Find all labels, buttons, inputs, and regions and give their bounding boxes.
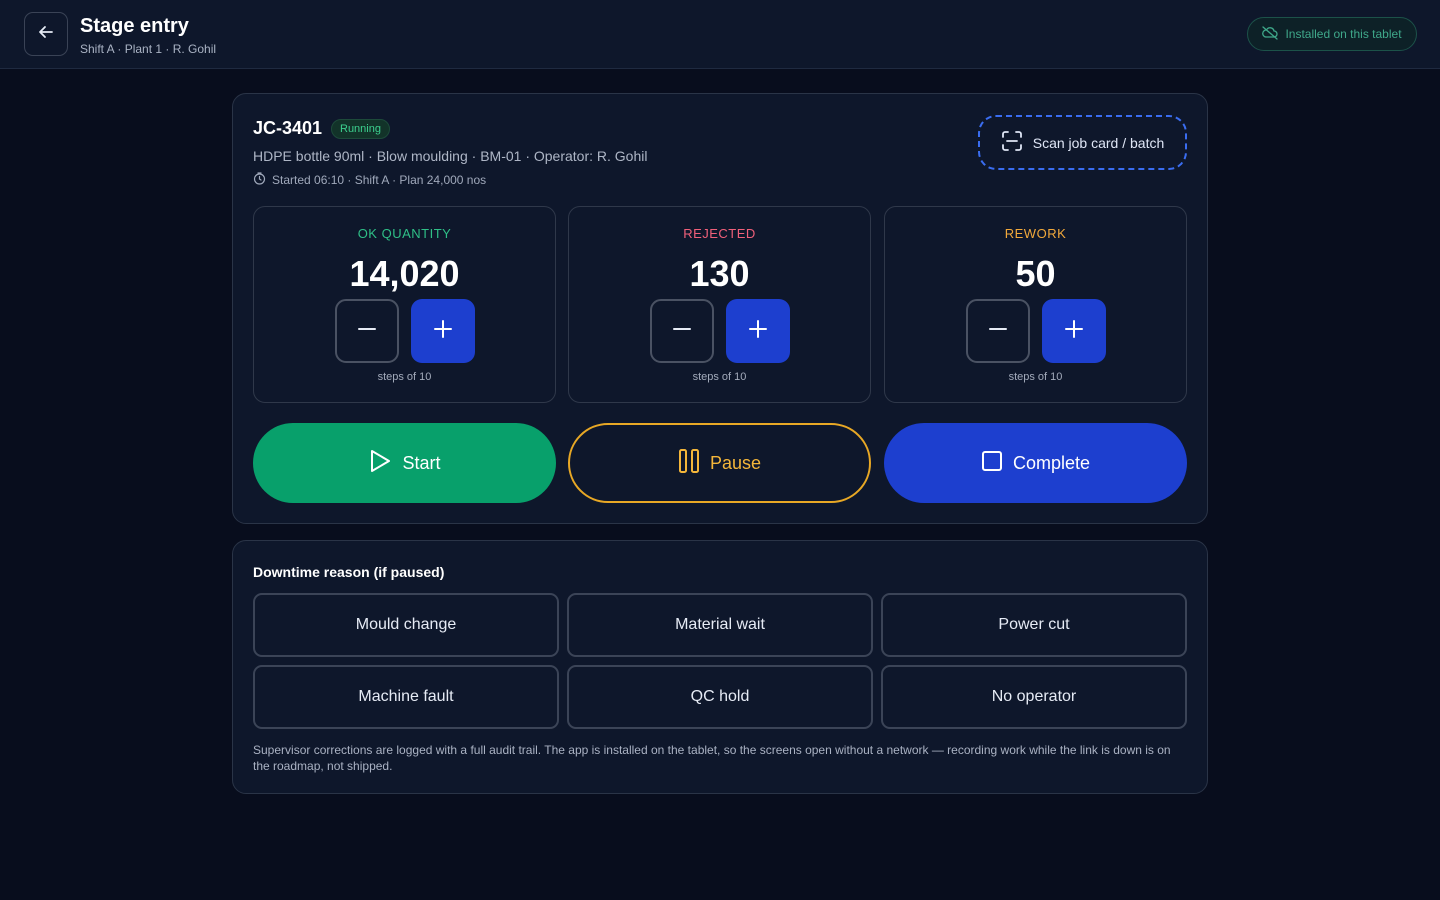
installed-label: Installed on this tablet xyxy=(1285,27,1402,41)
reason-mould-change-button[interactable]: Mould change xyxy=(253,593,559,657)
cloud-off-icon xyxy=(1262,25,1279,43)
job-description: HDPE bottle 90ml · Blow moulding · BM-01… xyxy=(253,148,648,164)
rejected-counter: REJECTED 130 steps of 10 xyxy=(568,206,871,403)
minus-icon xyxy=(357,319,377,344)
counter-label: REJECTED xyxy=(683,226,756,241)
plus-icon xyxy=(1064,319,1084,344)
scan-icon xyxy=(1001,130,1023,155)
job-card: JC-3401 Running HDPE bottle 90ml · Blow … xyxy=(232,93,1208,524)
start-label: Start xyxy=(402,452,441,473)
downtime-title: Downtime reason (if paused) xyxy=(253,564,445,580)
downtime-card: Downtime reason (if paused) Mould change… xyxy=(232,540,1208,794)
counter-label: REWORK xyxy=(1004,226,1067,241)
rework-increment-button[interactable] xyxy=(1042,299,1106,363)
arrow-left-icon xyxy=(37,23,55,46)
rejected-decrement-button[interactable] xyxy=(650,299,714,363)
reason-material-wait-button[interactable]: Material wait xyxy=(567,593,873,657)
reason-power-cut-button[interactable]: Power cut xyxy=(881,593,1187,657)
rework-counter: REWORK 50 steps of 10 xyxy=(884,206,1187,403)
timer-icon xyxy=(253,172,266,188)
pause-label: Pause xyxy=(709,452,762,473)
counter-value: 50 xyxy=(1015,253,1056,294)
job-id: JC-3401 xyxy=(253,118,323,138)
pause-button[interactable]: Pause xyxy=(568,423,871,503)
counter-value: 130 xyxy=(689,253,750,294)
counter-steps: steps of 10 xyxy=(1008,371,1063,383)
top-bar: Stage entry Shift A · Plant 1 · R. Gohil… xyxy=(0,0,1440,69)
counter-steps: steps of 10 xyxy=(692,371,747,383)
ok-quantity-counter: OK QUANTITY 14,020 steps of 10 xyxy=(253,206,556,403)
page-subtitle: Shift A · Plant 1 · R. Gohil xyxy=(80,42,217,56)
reason-no-operator-button[interactable]: No operator xyxy=(881,665,1187,729)
minus-icon xyxy=(988,319,1008,344)
rejected-increment-button[interactable] xyxy=(726,299,790,363)
counter-value: 14,020 xyxy=(349,253,460,294)
scan-label: Scan job card / batch xyxy=(1032,134,1165,151)
installed-status-badge: Installed on this tablet xyxy=(1247,17,1417,51)
counter-label: OK QUANTITY xyxy=(357,226,452,241)
minus-icon xyxy=(672,319,692,344)
ok-increment-button[interactable] xyxy=(411,299,475,363)
pause-icon xyxy=(678,448,700,479)
page-title: Stage entry xyxy=(80,15,189,37)
counter-steps: steps of 10 xyxy=(377,371,432,383)
scan-job-card-button[interactable]: Scan job card / batch xyxy=(978,115,1187,170)
reason-machine-fault-button[interactable]: Machine fault xyxy=(253,665,559,729)
reason-qc-hold-button[interactable]: QC hold xyxy=(567,665,873,729)
play-icon xyxy=(368,448,392,479)
back-button[interactable] xyxy=(24,12,68,56)
job-meta-text: Started 06:10 · Shift A · Plan 24,000 no… xyxy=(272,173,487,187)
rework-decrement-button[interactable] xyxy=(966,299,1030,363)
job-meta: Started 06:10 · Shift A · Plan 24,000 no… xyxy=(253,172,486,188)
ok-decrement-button[interactable] xyxy=(335,299,399,363)
checkbox-square-icon xyxy=(981,450,1003,477)
plus-icon xyxy=(433,319,453,344)
complete-button[interactable]: Complete xyxy=(884,423,1187,503)
status-badge: Running xyxy=(331,119,390,139)
complete-label: Complete xyxy=(1012,452,1091,473)
audit-footnote: Supervisor corrections are logged with a… xyxy=(253,743,1171,773)
plus-icon xyxy=(748,319,768,344)
start-button[interactable]: Start xyxy=(253,423,556,503)
